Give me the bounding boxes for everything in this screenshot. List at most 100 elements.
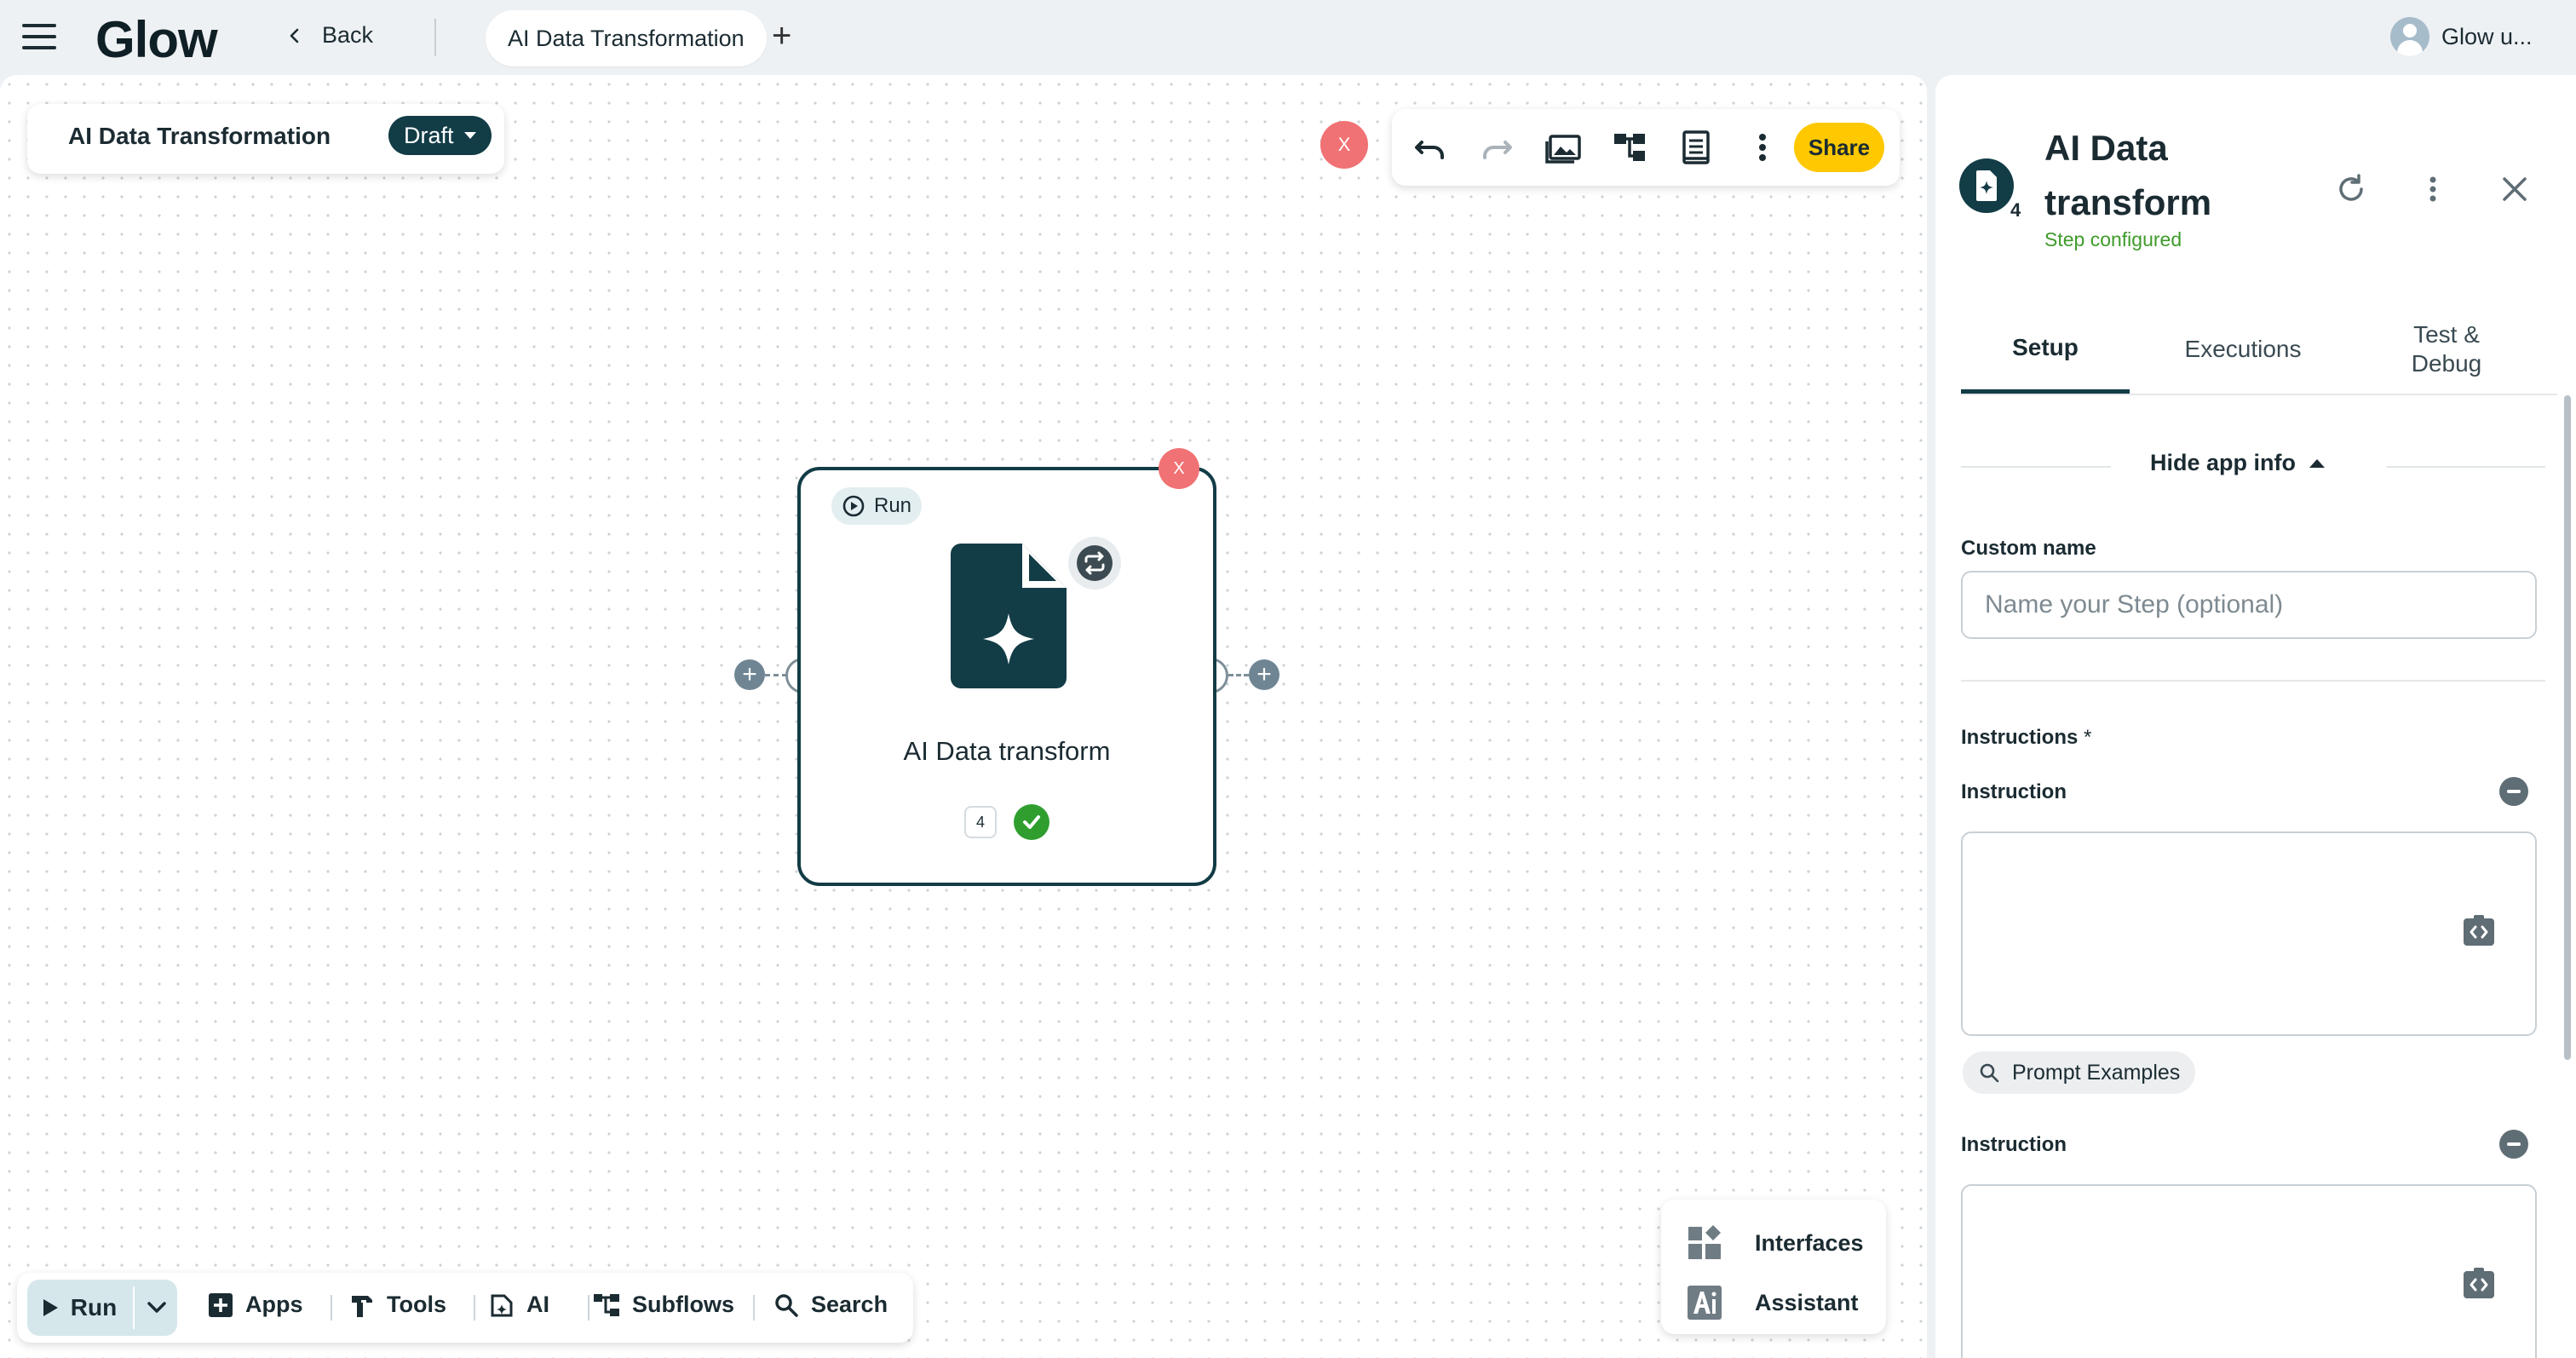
instructions-heading: Instructions * bbox=[1961, 726, 2091, 750]
step-settings-panel: 4 AI Data transform Step configured Setu… bbox=[1935, 75, 2576, 1358]
divider bbox=[2387, 466, 2545, 468]
apps-label: Apps bbox=[245, 1292, 303, 1317]
tab-setup[interactable]: Setup bbox=[1961, 305, 2130, 394]
app-logo: Glow bbox=[95, 11, 218, 68]
avatar bbox=[2390, 17, 2429, 56]
step-number: 4 bbox=[2010, 199, 2021, 221]
tab-executions[interactable]: Executions bbox=[2147, 305, 2339, 394]
divider bbox=[474, 1295, 475, 1321]
gallery-icon[interactable] bbox=[1544, 128, 1583, 167]
required-mark: * bbox=[2084, 726, 2092, 749]
user-name: Glow u... bbox=[2441, 23, 2533, 49]
canvas-toolbar: Share bbox=[1392, 109, 1900, 186]
interfaces-button[interactable]: Interfaces bbox=[1687, 1225, 1864, 1261]
remove-instruction-button[interactable] bbox=[2499, 1130, 2528, 1159]
workflow-node[interactable]: Run X AI Data transform 4 bbox=[797, 448, 1216, 886]
menu-icon[interactable] bbox=[22, 24, 56, 49]
hide-app-info-label: Hide app info bbox=[2150, 450, 2296, 475]
tab-test-debug[interactable]: Test & Debug bbox=[2361, 305, 2532, 394]
back-label: Back bbox=[322, 22, 374, 48]
bottom-toolbar: Run Apps Tools AI Subflows Search bbox=[17, 1273, 913, 1343]
panel-title: AI Data transform bbox=[2044, 128, 2212, 222]
node-run-label: Run bbox=[874, 494, 912, 517]
node-run-button[interactable]: Run bbox=[831, 487, 923, 525]
connector-left bbox=[765, 674, 787, 676]
divider bbox=[434, 19, 436, 56]
hide-app-info-row: Hide app info bbox=[1961, 450, 2545, 484]
refresh-button[interactable] bbox=[2331, 169, 2372, 210]
custom-name-label: Custom name bbox=[1961, 537, 2096, 560]
workflow-title-card: AI Data Transformation Draft bbox=[27, 104, 504, 174]
tools-button[interactable]: Tools bbox=[349, 1292, 446, 1318]
run-options-button[interactable] bbox=[136, 1280, 177, 1336]
interfaces-label: Interfaces bbox=[1755, 1229, 1864, 1256]
interfaces-icon bbox=[1688, 1225, 1721, 1259]
assistant-button[interactable]: Assistant bbox=[1687, 1285, 1859, 1321]
insert-variable-icon[interactable] bbox=[2462, 1266, 2496, 1300]
apps-button[interactable]: Apps bbox=[208, 1292, 303, 1318]
search-button[interactable]: Search bbox=[773, 1292, 888, 1318]
status-dropdown[interactable]: Draft bbox=[388, 116, 492, 155]
close-icon bbox=[2503, 177, 2527, 201]
undo-icon[interactable] bbox=[1411, 128, 1450, 167]
workflow-title: AI Data Transformation bbox=[68, 123, 331, 149]
caret-down-icon bbox=[463, 132, 476, 139]
subflow-icon bbox=[594, 1293, 619, 1316]
step-count-badge: 4 bbox=[964, 806, 997, 838]
back-button[interactable]: Back bbox=[286, 22, 373, 49]
ai-doc-icon bbox=[491, 1294, 513, 1316]
instruction-label: Instruction bbox=[1961, 780, 2067, 803]
run-button-group: Run bbox=[27, 1280, 177, 1336]
ai-step-icon bbox=[1959, 158, 2014, 213]
divider bbox=[133, 1286, 135, 1329]
add-before-button[interactable]: + bbox=[734, 659, 765, 690]
user-menu[interactable]: Glow u... bbox=[2390, 17, 2533, 56]
divider bbox=[1961, 680, 2545, 682]
loop-icon[interactable] bbox=[1068, 537, 1121, 590]
divider bbox=[753, 1295, 755, 1321]
divider bbox=[1961, 466, 2111, 468]
more-options-button[interactable] bbox=[2412, 169, 2453, 210]
custom-name-input[interactable] bbox=[1961, 571, 2537, 639]
instructions-label: Instructions bbox=[1961, 726, 2079, 749]
play-icon bbox=[43, 1299, 58, 1316]
share-button[interactable]: Share bbox=[1794, 123, 1884, 172]
hammer-icon bbox=[352, 1295, 372, 1317]
check-circle-icon bbox=[1014, 804, 1049, 840]
notes-icon[interactable] bbox=[1676, 128, 1716, 167]
ai-label: AI bbox=[526, 1292, 549, 1317]
run-button[interactable]: Run bbox=[27, 1280, 131, 1336]
panel-scrollbar[interactable] bbox=[2564, 395, 2571, 1060]
refresh-icon bbox=[2339, 174, 2363, 201]
new-tab-button[interactable]: + bbox=[772, 17, 791, 55]
ai-assistant-icon bbox=[1688, 1286, 1722, 1320]
chevron-left-icon bbox=[290, 28, 299, 43]
prompt-examples-button[interactable]: Prompt Examples bbox=[1963, 1051, 2196, 1094]
plus-square-icon bbox=[209, 1292, 233, 1317]
play-circle-icon bbox=[842, 495, 865, 517]
subflows-label: Subflows bbox=[632, 1292, 734, 1317]
close-panel-button[interactable] bbox=[2494, 169, 2535, 210]
instruction-textarea[interactable] bbox=[1961, 1184, 2537, 1358]
hide-app-info-button[interactable]: Hide app info bbox=[2150, 450, 2325, 476]
node-delete-button[interactable]: X bbox=[1159, 448, 1199, 489]
instruction-textarea[interactable] bbox=[1961, 831, 2537, 1036]
more-vertical-icon[interactable] bbox=[1743, 128, 1782, 167]
subflows-button[interactable]: Subflows bbox=[593, 1292, 734, 1318]
search-icon bbox=[1980, 1063, 1999, 1083]
search-icon bbox=[775, 1293, 798, 1317]
tab-workflow[interactable]: AI Data Transformation bbox=[486, 10, 767, 66]
panel-tabs: Setup Executions Test & Debug bbox=[1961, 305, 2557, 395]
run-label: Run bbox=[70, 1294, 118, 1321]
redo-icon[interactable] bbox=[1477, 128, 1516, 167]
search-label: Search bbox=[811, 1292, 888, 1317]
remove-instruction-button[interactable] bbox=[2499, 777, 2528, 806]
divider bbox=[331, 1295, 332, 1321]
tree-icon[interactable] bbox=[1610, 128, 1649, 167]
close-button[interactable]: X bbox=[1320, 121, 1368, 169]
ai-button[interactable]: AI bbox=[489, 1292, 549, 1318]
add-after-button[interactable]: + bbox=[1249, 659, 1279, 690]
caret-up-icon bbox=[2309, 458, 2325, 468]
insert-variable-icon[interactable] bbox=[2462, 913, 2496, 947]
workflow-canvas[interactable]: AI Data Transformation Draft X Share + +… bbox=[0, 75, 1927, 1358]
